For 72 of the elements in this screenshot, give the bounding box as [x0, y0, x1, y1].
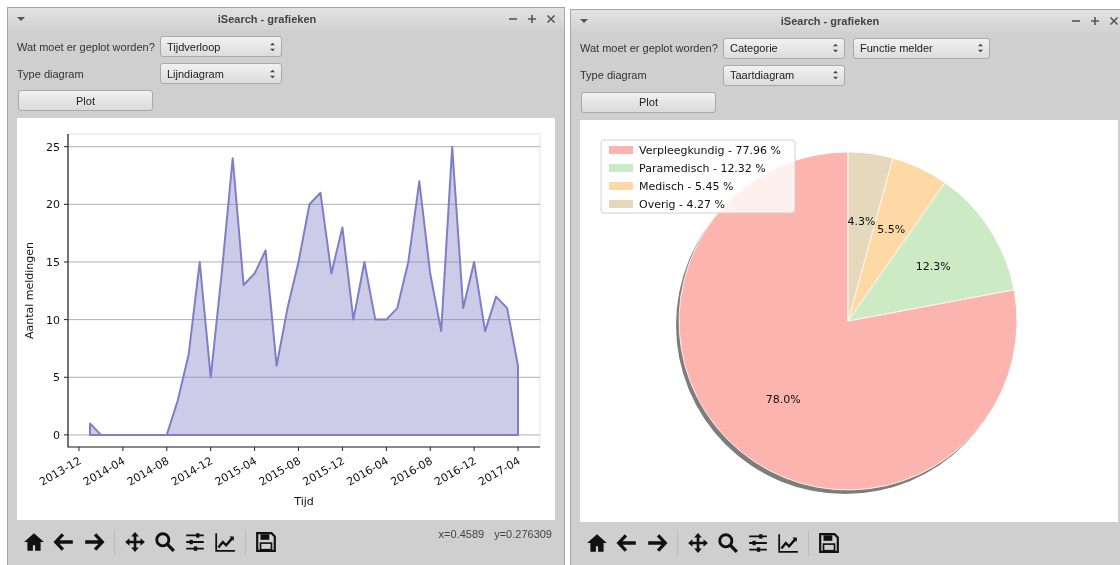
slice-label: 5.5% [877, 222, 906, 236]
tick-mark [254, 446, 256, 452]
close-icon[interactable] [1109, 15, 1119, 26]
plot-button[interactable]: Plot [18, 90, 153, 111]
y-tick-label: 10 [46, 313, 60, 327]
window-title: iSearch - grafieken [779, 14, 881, 27]
legend-label: Overig - 4.27 % [639, 197, 725, 211]
tick-mark [63, 319, 69, 321]
right-arrow-icon[interactable] [83, 531, 105, 553]
y-tick-label: 15 [46, 255, 60, 269]
home-icon[interactable] [586, 532, 608, 555]
slice-label: 78.0% [765, 392, 801, 406]
save-icon[interactable] [255, 531, 277, 553]
tick-mark [63, 434, 69, 436]
tick-mark [341, 446, 343, 452]
dropdown[interactable]: Lijndiagram [160, 63, 282, 84]
slice-label: 4.3% [847, 214, 876, 228]
dropdown-arrows-icon [269, 41, 276, 52]
x-axis-label: Tijd [294, 495, 314, 508]
tick-mark [298, 446, 299, 452]
cursor-coordinate: x=0.4589 [438, 528, 485, 540]
tick-mark [78, 446, 80, 452]
cursor-coordinate: y=0.276309 [494, 528, 552, 540]
line-chart-icon[interactable] [214, 531, 236, 553]
dropdown-arrows-icon [832, 43, 839, 54]
line-chart-icon[interactable] [777, 532, 799, 555]
y-tick-label: 5 [53, 371, 60, 385]
save-icon[interactable] [818, 532, 840, 555]
tick-mark [63, 146, 69, 148]
tick-mark [473, 446, 475, 452]
left-arrow-icon[interactable] [616, 532, 638, 555]
y-axis-label: Aantal meldingen [23, 241, 36, 340]
y-tick-label: 25 [46, 140, 60, 154]
tick-mark [63, 261, 69, 263]
legend-label: Verpleegkundig - 77.96 % [639, 143, 781, 157]
y-tick-label: 20 [46, 198, 60, 212]
dropdown-arrows-icon [977, 43, 984, 54]
window-title: iSearch - grafieken [216, 13, 318, 25]
dropdown[interactable]: Taartdiagram [723, 64, 845, 86]
plot-button[interactable]: Plot [581, 91, 716, 113]
tick-mark [166, 446, 168, 452]
maximize-icon[interactable] [1090, 15, 1100, 26]
dropdown-arrows-icon [269, 68, 276, 79]
move-icon[interactable] [687, 532, 709, 555]
legend-label: Paramedisch - 12.32 % [639, 161, 766, 175]
tick-mark [63, 376, 69, 378]
tick-mark [122, 446, 124, 452]
maximize-icon[interactable] [527, 14, 537, 24]
home-icon[interactable] [23, 531, 45, 553]
dropdown[interactable]: Functie melder [853, 37, 990, 59]
sliders-icon[interactable] [747, 532, 769, 555]
move-icon[interactable] [124, 531, 146, 553]
dropdown[interactable]: Tijdverloop [160, 36, 282, 57]
tick-mark [385, 446, 387, 452]
field-label: Type diagram [580, 69, 648, 82]
search-icon[interactable] [154, 531, 176, 553]
y-tick-label: 0 [53, 428, 60, 442]
tick-mark [429, 446, 431, 452]
field-label: Type diagram [17, 67, 85, 80]
right-arrow-icon[interactable] [646, 532, 668, 555]
tick-mark [517, 446, 519, 452]
sliders-icon[interactable] [184, 531, 206, 553]
dropdown-arrows-icon [832, 70, 839, 81]
search-icon[interactable] [717, 532, 739, 555]
tick-mark [63, 203, 69, 205]
close-icon[interactable] [546, 14, 556, 24]
left-arrow-icon[interactable] [53, 531, 75, 553]
legend-label: Medisch - 5.45 % [639, 179, 734, 193]
caret-down-icon[interactable] [16, 14, 26, 24]
tick-mark [210, 446, 212, 452]
dropdown[interactable]: Categorie [723, 37, 845, 59]
slice-label: 12.3% [915, 259, 951, 273]
